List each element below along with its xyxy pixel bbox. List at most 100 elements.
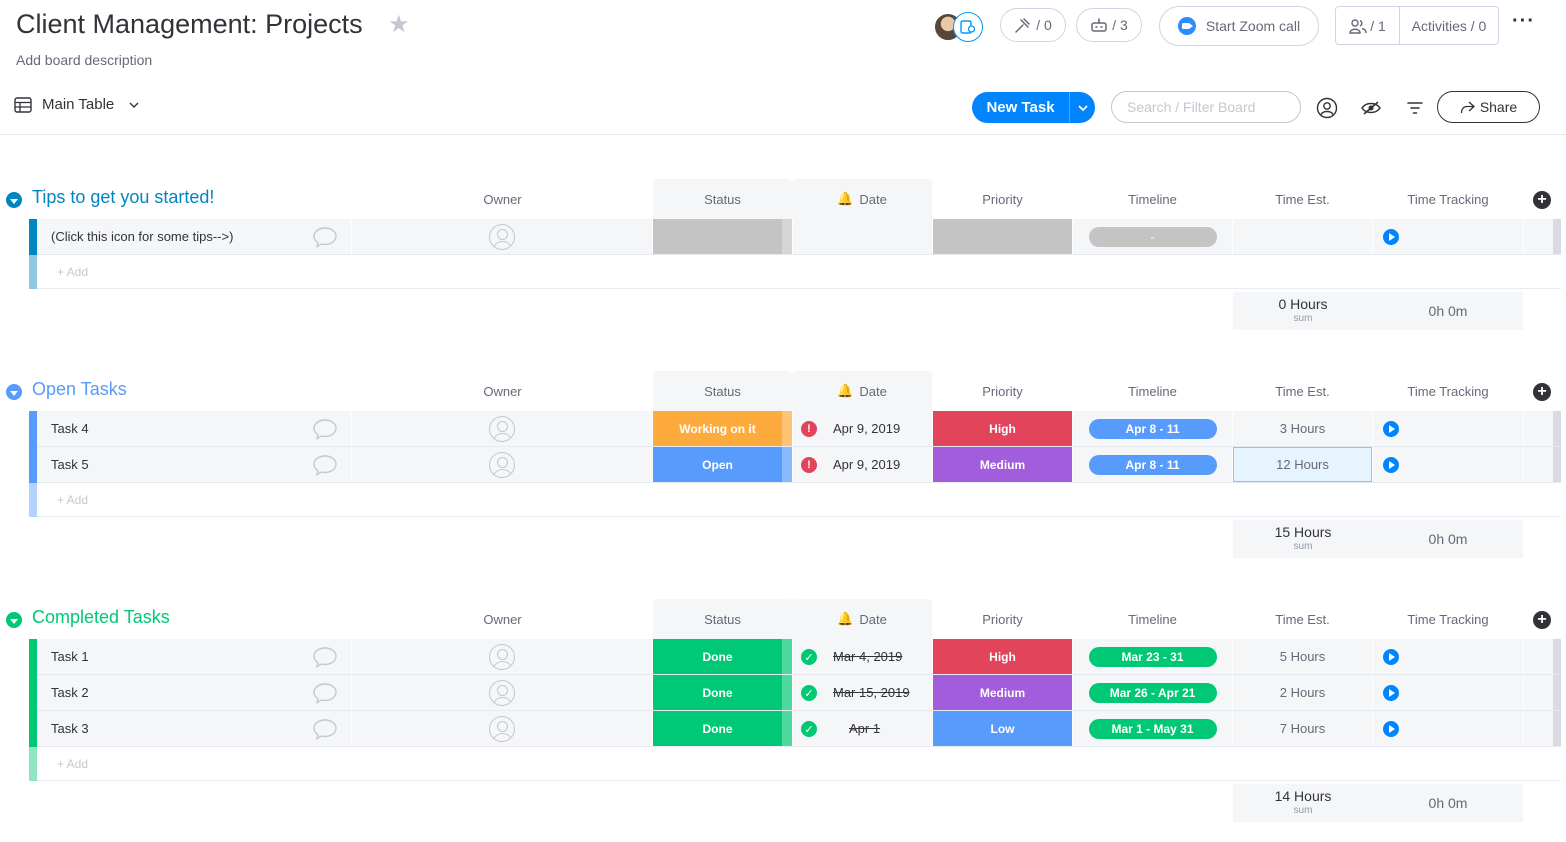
- play-timer-icon[interactable]: [1383, 456, 1399, 473]
- timeline-cell[interactable]: Mar 23 - 31: [1073, 639, 1232, 674]
- timeline-cell[interactable]: Apr 8 - 11: [1073, 411, 1232, 446]
- column-header-time-est[interactable]: Time Est.: [1233, 179, 1372, 219]
- status-cell[interactable]: Done: [653, 675, 792, 710]
- status-cell[interactable]: Working on it: [653, 411, 792, 446]
- more-options-icon[interactable]: ···: [1512, 10, 1535, 33]
- play-timer-icon[interactable]: [1383, 228, 1399, 245]
- group-title[interactable]: Open Tasks: [32, 379, 127, 400]
- time-tracking-cell[interactable]: [1373, 411, 1523, 446]
- column-header-status[interactable]: Status: [653, 179, 792, 219]
- play-timer-icon[interactable]: [1383, 684, 1399, 701]
- time-est-cell[interactable]: [1233, 219, 1372, 254]
- new-task-button[interactable]: New Task: [972, 92, 1095, 123]
- priority-cell[interactable]: Medium: [933, 675, 1072, 710]
- automations-button[interactable]: / 3: [1076, 8, 1142, 42]
- date-cell[interactable]: ✓ Apr 1: [793, 711, 932, 746]
- item-name[interactable]: (Click this icon for some tips-->): [37, 219, 351, 254]
- sort-filter-icon[interactable]: [1403, 96, 1427, 120]
- column-header-status[interactable]: Status: [653, 371, 792, 411]
- timeline-cell[interactable]: Apr 8 - 11: [1073, 447, 1232, 482]
- add-item-label[interactable]: + Add: [57, 493, 88, 507]
- date-cell[interactable]: ! Apr 9, 2019: [793, 411, 932, 446]
- column-header-priority[interactable]: Priority: [933, 179, 1072, 219]
- item-name[interactable]: Task 2: [37, 675, 351, 710]
- column-header-owner[interactable]: Owner: [433, 599, 572, 639]
- owner-cell[interactable]: [352, 711, 652, 746]
- column-header-priority[interactable]: Priority: [933, 599, 1072, 639]
- group-title[interactable]: Tips to get you started!: [32, 187, 214, 208]
- column-header-owner[interactable]: Owner: [433, 371, 572, 411]
- timeline-cell[interactable]: Mar 26 - Apr 21: [1073, 675, 1232, 710]
- item-name[interactable]: Task 3: [37, 711, 351, 746]
- date-cell[interactable]: ! Apr 9, 2019: [793, 447, 932, 482]
- owner-cell[interactable]: [352, 675, 652, 710]
- search-filter-input[interactable]: [1111, 91, 1301, 123]
- status-cell[interactable]: Open: [653, 447, 792, 482]
- column-header-date[interactable]: 🔔 Date: [792, 179, 932, 219]
- column-header-timeline[interactable]: Timeline: [1073, 599, 1232, 639]
- priority-cell[interactable]: [933, 219, 1072, 254]
- priority-cell[interactable]: Low: [933, 711, 1072, 746]
- time-tracking-cell[interactable]: [1373, 711, 1523, 746]
- column-header-time-tracking[interactable]: Time Tracking: [1373, 371, 1523, 411]
- column-header-timeline[interactable]: Timeline: [1073, 179, 1232, 219]
- comment-bubble-icon[interactable]: [312, 718, 338, 740]
- column-header-priority[interactable]: Priority: [933, 371, 1072, 411]
- time-tracking-cell[interactable]: [1373, 675, 1523, 710]
- new-task-dropdown-chevron-icon[interactable]: [1069, 92, 1095, 123]
- column-header-status[interactable]: Status: [653, 599, 792, 639]
- column-header-time-est[interactable]: Time Est.: [1233, 371, 1372, 411]
- comment-bubble-icon[interactable]: [312, 226, 338, 248]
- add-item-row[interactable]: + Add: [0, 483, 1566, 517]
- comment-bubble-icon[interactable]: [312, 454, 338, 476]
- start-zoom-call-button[interactable]: Start Zoom call: [1159, 6, 1319, 46]
- priority-cell[interactable]: High: [933, 639, 1072, 674]
- board-members-avatars[interactable]: [933, 12, 985, 42]
- share-button[interactable]: Share: [1437, 91, 1540, 123]
- column-header-time-tracking[interactable]: Time Tracking: [1373, 179, 1523, 219]
- favorite-star-icon[interactable]: ★: [388, 13, 410, 37]
- add-item-row[interactable]: + Add: [0, 747, 1566, 781]
- time-est-cell[interactable]: 5 Hours: [1233, 639, 1372, 674]
- column-header-time-est[interactable]: Time Est.: [1233, 599, 1372, 639]
- board-description[interactable]: Add board description: [16, 52, 152, 68]
- members-button[interactable]: / 1: [1336, 7, 1400, 44]
- status-cell[interactable]: [653, 219, 792, 254]
- add-item-label[interactable]: + Add: [57, 757, 88, 771]
- table-row[interactable]: Task 3 Done ✓ Apr 1 Low Mar 1 - May 31 7 …: [0, 711, 1566, 747]
- play-timer-icon[interactable]: [1383, 420, 1399, 437]
- timeline-cell[interactable]: -: [1073, 219, 1232, 254]
- status-cell[interactable]: Done: [653, 711, 792, 746]
- activities-button[interactable]: Activities / 0: [1400, 18, 1498, 34]
- priority-cell[interactable]: Medium: [933, 447, 1072, 482]
- collapse-group-chevron-icon[interactable]: [6, 612, 22, 628]
- comment-bubble-icon[interactable]: [312, 682, 338, 704]
- column-header-date[interactable]: 🔔 Date: [792, 371, 932, 411]
- group-title[interactable]: Completed Tasks: [32, 607, 170, 628]
- collapse-group-chevron-icon[interactable]: [6, 192, 22, 208]
- comment-bubble-icon[interactable]: [312, 418, 338, 440]
- table-row[interactable]: Task 2 Done ✓ Mar 15, 2019 Medium Mar 26 …: [0, 675, 1566, 711]
- add-column-plus-icon[interactable]: +: [1533, 611, 1551, 629]
- owner-cell[interactable]: [352, 219, 652, 254]
- add-item-label[interactable]: + Add: [57, 265, 88, 279]
- integrations-button[interactable]: / 0: [1000, 8, 1066, 42]
- add-item-row[interactable]: + Add: [0, 255, 1566, 289]
- item-name[interactable]: Task 1: [37, 639, 351, 674]
- date-cell[interactable]: ✓ Mar 4, 2019: [793, 639, 932, 674]
- owner-cell[interactable]: [352, 447, 652, 482]
- collapse-group-chevron-icon[interactable]: [6, 384, 22, 400]
- table-row[interactable]: (Click this icon for some tips-->) -: [0, 219, 1566, 255]
- play-timer-icon[interactable]: [1383, 648, 1399, 665]
- owner-cell[interactable]: [352, 411, 652, 446]
- table-row[interactable]: Task 5 Open ! Apr 9, 2019 Medium Apr 8 - …: [0, 447, 1566, 483]
- time-tracking-cell[interactable]: [1373, 639, 1523, 674]
- guest-access-icon[interactable]: [953, 12, 983, 42]
- column-header-time-tracking[interactable]: Time Tracking: [1373, 599, 1523, 639]
- date-cell[interactable]: ✓ Mar 15, 2019: [793, 675, 932, 710]
- table-row[interactable]: Task 4 Working on it ! Apr 9, 2019 High A…: [0, 411, 1566, 447]
- add-column-plus-icon[interactable]: +: [1533, 191, 1551, 209]
- column-header-date[interactable]: 🔔 Date: [792, 599, 932, 639]
- board-title[interactable]: Client Management: Projects: [16, 9, 363, 40]
- play-timer-icon[interactable]: [1383, 720, 1399, 737]
